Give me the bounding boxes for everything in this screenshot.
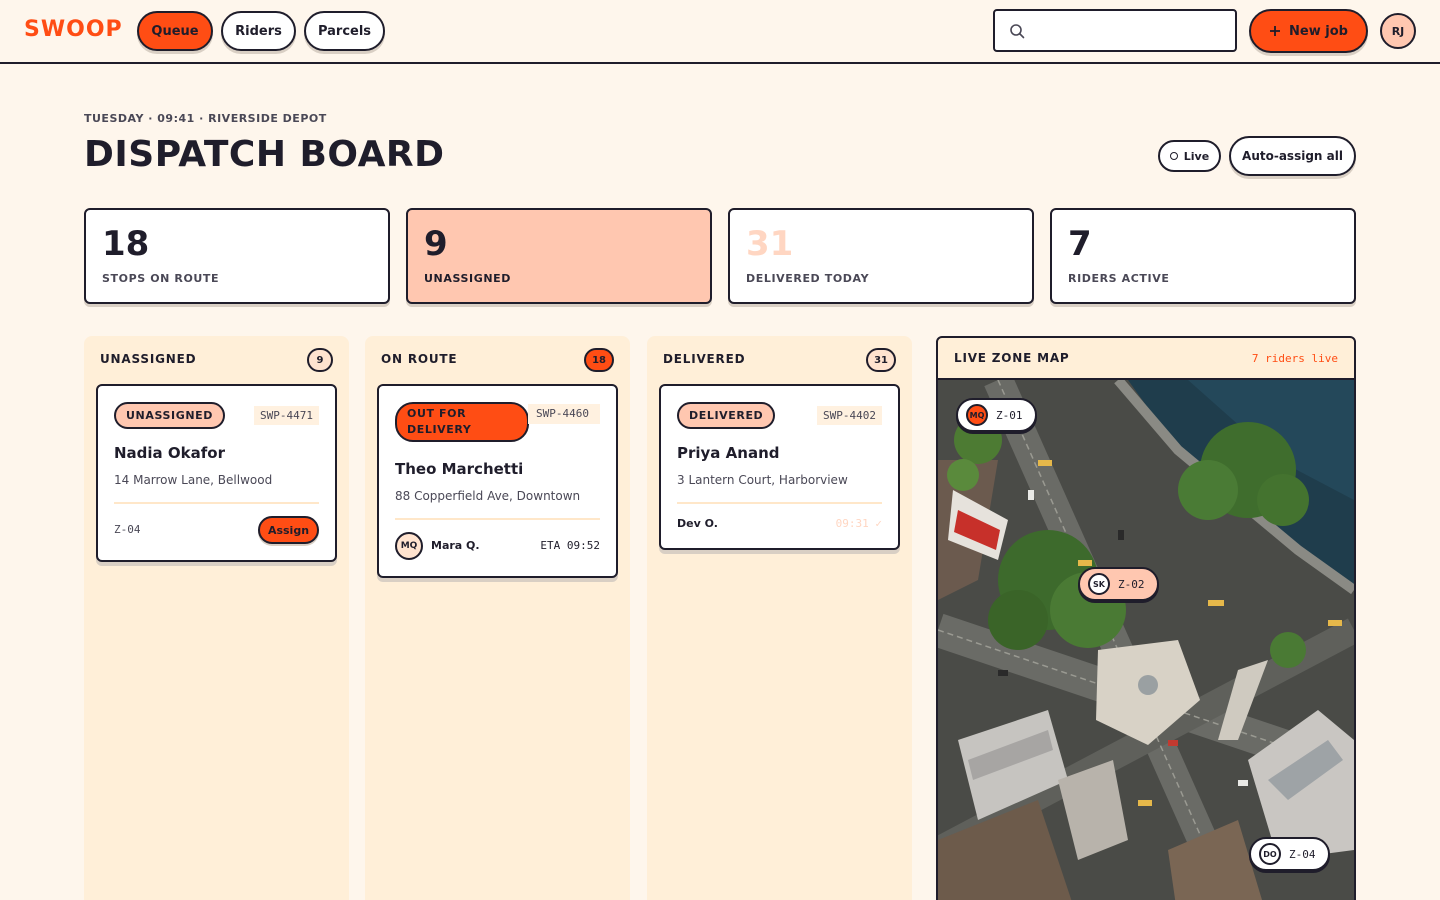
zone-tag-z02[interactable]: SK Z-02 [1078,567,1159,601]
job-card[interactable]: OUT FOR DELIVERY SWP-4460 Theo Marchetti… [377,384,618,578]
auto-assign-button[interactable]: Auto-assign all [1229,136,1356,176]
delivered-time: 09:31 ✓ [835,517,882,530]
zone-label: Z-04 [114,523,141,536]
status-badge: DELIVERED [677,402,776,429]
rider-name: Dev O. [677,517,718,530]
eta-label: ETA 09:52 [540,539,600,552]
stat-label: RIDERS ACTIVE [1068,272,1170,285]
live-dot-icon [1169,152,1178,160]
stat-value: 31 [746,224,794,264]
customer-name: Nadia Okafor [114,444,225,462]
stat-value: 7 [1068,224,1092,264]
status-badge: OUT FOR DELIVERY [395,402,529,442]
job-code: SWP-4471 [254,406,319,425]
column-title: UNASSIGNED [100,352,197,366]
stat-card-delivered[interactable]: 31 DELIVERED TODAY [728,208,1034,304]
rider-avatar: DO [1259,843,1281,865]
card-divider [395,518,600,520]
customer-name: Theo Marchetti [395,460,524,478]
rider-avatar: MQ [966,404,988,426]
zone-tag-z04[interactable]: DO Z-04 [1249,837,1330,871]
zone-tag-z01[interactable]: MQ Z-01 [956,398,1037,432]
column-delivered: DELIVERED 31 DELIVERED SWP-4402 Priya An… [647,336,912,900]
customer-address: 3 Lantern Court, Harborview [677,473,848,487]
rider-avatar: MQ [395,532,423,560]
nav-parcels[interactable]: Parcels [304,11,385,51]
brand-logo[interactable]: SWOOP [24,17,123,42]
assign-button[interactable]: Assign [258,516,319,544]
zone-label: Z-04 [1289,847,1316,861]
zone-label: Z-02 [1118,577,1145,591]
card-divider [677,502,882,504]
column-count-badge: 31 [866,348,896,372]
map-header: LIVE ZONE MAP 7 riders live [938,338,1354,380]
user-avatar[interactable]: RJ [1380,13,1416,49]
rider-avatar: SK [1088,573,1110,595]
search-box [993,9,1237,52]
zone-label: Z-01 [996,408,1023,422]
stat-label: STOPS ON ROUTE [102,272,220,285]
top-bar: SWOOP Queue Riders Parcels New job RJ [0,0,1440,64]
live-toggle[interactable]: Live [1158,140,1221,172]
status-badge: UNASSIGNED [114,402,225,429]
rider-name: Mara Q. [431,539,480,552]
stat-value: 18 [102,224,150,264]
job-card[interactable]: UNASSIGNED SWP-4471 Nadia Okafor 14 Marr… [96,384,337,562]
column-title: ON ROUTE [381,352,458,366]
stat-label: DELIVERED TODAY [746,272,870,285]
search-icon [1010,24,1025,39]
column-title: DELIVERED [663,352,746,366]
customer-name: Priya Anand [677,444,780,462]
customer-address: 88 Copperfield Ave, Downtown [395,489,581,503]
column-count-badge: 9 [307,348,333,372]
stat-card-stops[interactable]: 18 STOPS ON ROUTE [84,208,390,304]
column-count-badge: 18 [584,348,614,372]
page-eyebrow: TUESDAY · 09:41 · RIVERSIDE DEPOT [84,112,327,125]
riders-live-count: 7 riders live [1251,352,1338,365]
card-divider [114,502,319,504]
live-label: Live [1183,149,1210,163]
stat-card-riders[interactable]: 7 RIDERS ACTIVE [1050,208,1356,304]
job-card[interactable]: DELIVERED SWP-4402 Priya Anand 3 Lantern… [659,384,900,550]
stat-label: UNASSIGNED [424,272,511,285]
new-job-label: New job [1289,23,1348,39]
column-unassigned: UNASSIGNED 9 UNASSIGNED SWP-4471 Nadia O… [84,336,349,900]
job-code: SWP-4460 [528,404,600,424]
search-input[interactable] [1035,19,1225,43]
customer-address: 14 Marrow Lane, Bellwood [114,473,273,487]
column-on-route: ON ROUTE 18 OUT FOR DELIVERY SWP-4460 Th… [365,336,630,900]
page-title: DISPATCH BOARD [84,134,445,175]
map-title: LIVE ZONE MAP [954,351,1070,365]
aerial-map[interactable] [938,380,1354,900]
nav-riders[interactable]: Riders [221,11,296,51]
plus-icon [1270,26,1281,36]
stat-card-unassigned[interactable]: 9 UNASSIGNED [406,208,712,304]
stat-value: 9 [424,224,448,264]
live-zone-map: LIVE ZONE MAP 7 riders live MQ Z-01 SK Z… [936,336,1356,900]
new-job-button[interactable]: New job [1249,9,1368,53]
nav-queue[interactable]: Queue [137,11,213,51]
job-code: SWP-4402 [817,406,882,425]
